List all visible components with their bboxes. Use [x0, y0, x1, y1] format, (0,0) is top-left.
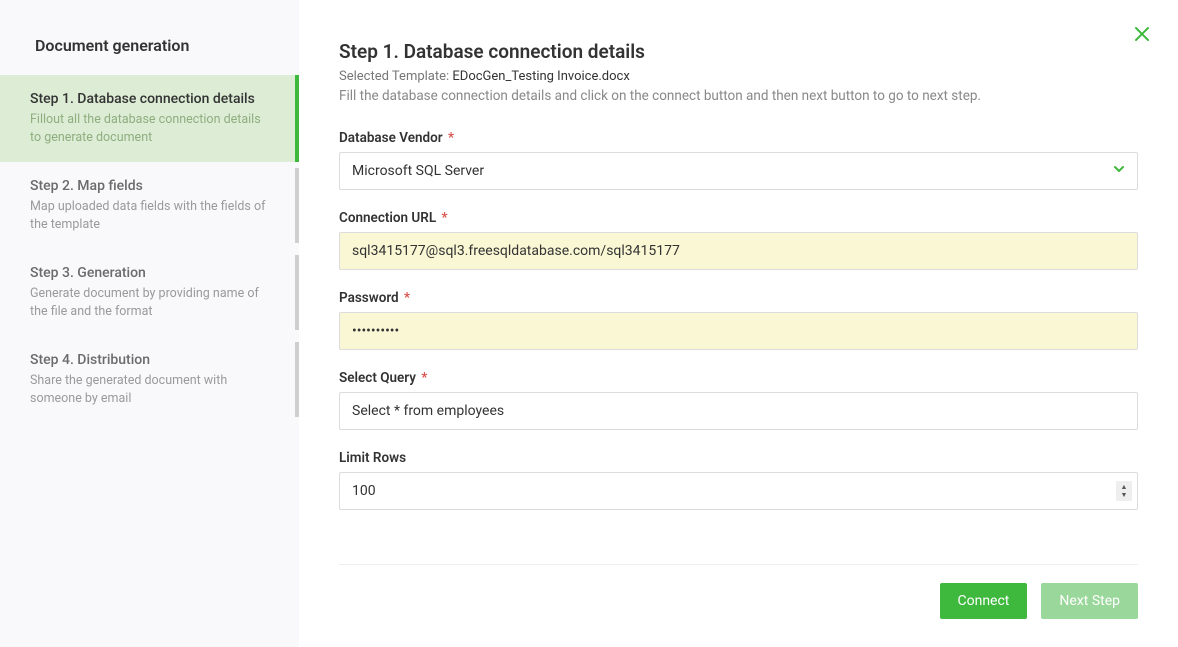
step-item-4[interactable]: Step 4. Distribution Share the generated… — [0, 336, 299, 423]
query-label: Select Query * — [339, 370, 1138, 386]
main-panel: Step 1. Database connection details Sele… — [299, 0, 1178, 647]
connect-button[interactable]: Connect — [940, 583, 1028, 619]
number-spinner[interactable]: ▲ ▼ — [1116, 481, 1132, 501]
required-mark: * — [421, 370, 427, 386]
chevron-down-icon — [1113, 163, 1125, 179]
step-desc: Generate document by providing name of t… — [30, 285, 271, 320]
step-desc: Fillout all the database connection deta… — [30, 111, 271, 146]
step-desc: Share the generated document with someon… — [30, 372, 271, 407]
next-step-button[interactable]: Next Step — [1041, 583, 1138, 619]
sidebar-title: Document generation — [0, 0, 299, 75]
password-label: Password * — [339, 290, 1138, 306]
chevron-up-icon: ▲ — [1121, 483, 1128, 491]
footer: Connect Next Step — [339, 564, 1138, 637]
step-title: Step 4. Distribution — [30, 352, 271, 368]
step-title: Step 3. Generation — [30, 265, 271, 281]
instructions: Fill the database connection details and… — [339, 88, 1138, 104]
vendor-value: Microsoft SQL Server — [352, 163, 484, 179]
selected-template: Selected Template: EDocGen_Testing Invoi… — [339, 69, 1138, 84]
required-mark: * — [448, 130, 454, 146]
step-desc: Map uploaded data fields with the fields… — [30, 198, 271, 233]
required-mark: * — [404, 290, 410, 306]
limit-input[interactable] — [339, 472, 1138, 510]
vendor-label: Database Vendor * — [339, 130, 1138, 146]
close-icon[interactable] — [1132, 24, 1152, 48]
page-title: Step 1. Database connection details — [339, 40, 1138, 63]
vendor-select[interactable]: Microsoft SQL Server — [339, 152, 1138, 190]
password-input[interactable] — [339, 312, 1138, 350]
step-title: Step 2. Map fields — [30, 178, 271, 194]
step-title: Step 1. Database connection details — [30, 91, 271, 107]
field-query: Select Query * — [339, 370, 1138, 430]
step-item-3[interactable]: Step 3. Generation Generate document by … — [0, 249, 299, 336]
url-input[interactable] — [339, 232, 1138, 270]
url-label: Connection URL * — [339, 210, 1138, 226]
required-mark: * — [442, 210, 448, 226]
step-item-2[interactable]: Step 2. Map fields Map uploaded data fie… — [0, 162, 299, 249]
field-url: Connection URL * — [339, 210, 1138, 270]
field-limit: Limit Rows ▲ ▼ — [339, 450, 1138, 510]
sidebar: Document generation Step 1. Database con… — [0, 0, 299, 647]
chevron-down-icon: ▼ — [1121, 491, 1128, 499]
query-input[interactable] — [339, 392, 1138, 430]
step-item-1[interactable]: Step 1. Database connection details Fill… — [0, 75, 299, 162]
selected-template-label: Selected Template: — [339, 69, 452, 84]
limit-label: Limit Rows — [339, 450, 1138, 466]
field-vendor: Database Vendor * Microsoft SQL Server — [339, 130, 1138, 190]
selected-template-name: EDocGen_Testing Invoice.docx — [452, 69, 629, 84]
field-password: Password * — [339, 290, 1138, 350]
